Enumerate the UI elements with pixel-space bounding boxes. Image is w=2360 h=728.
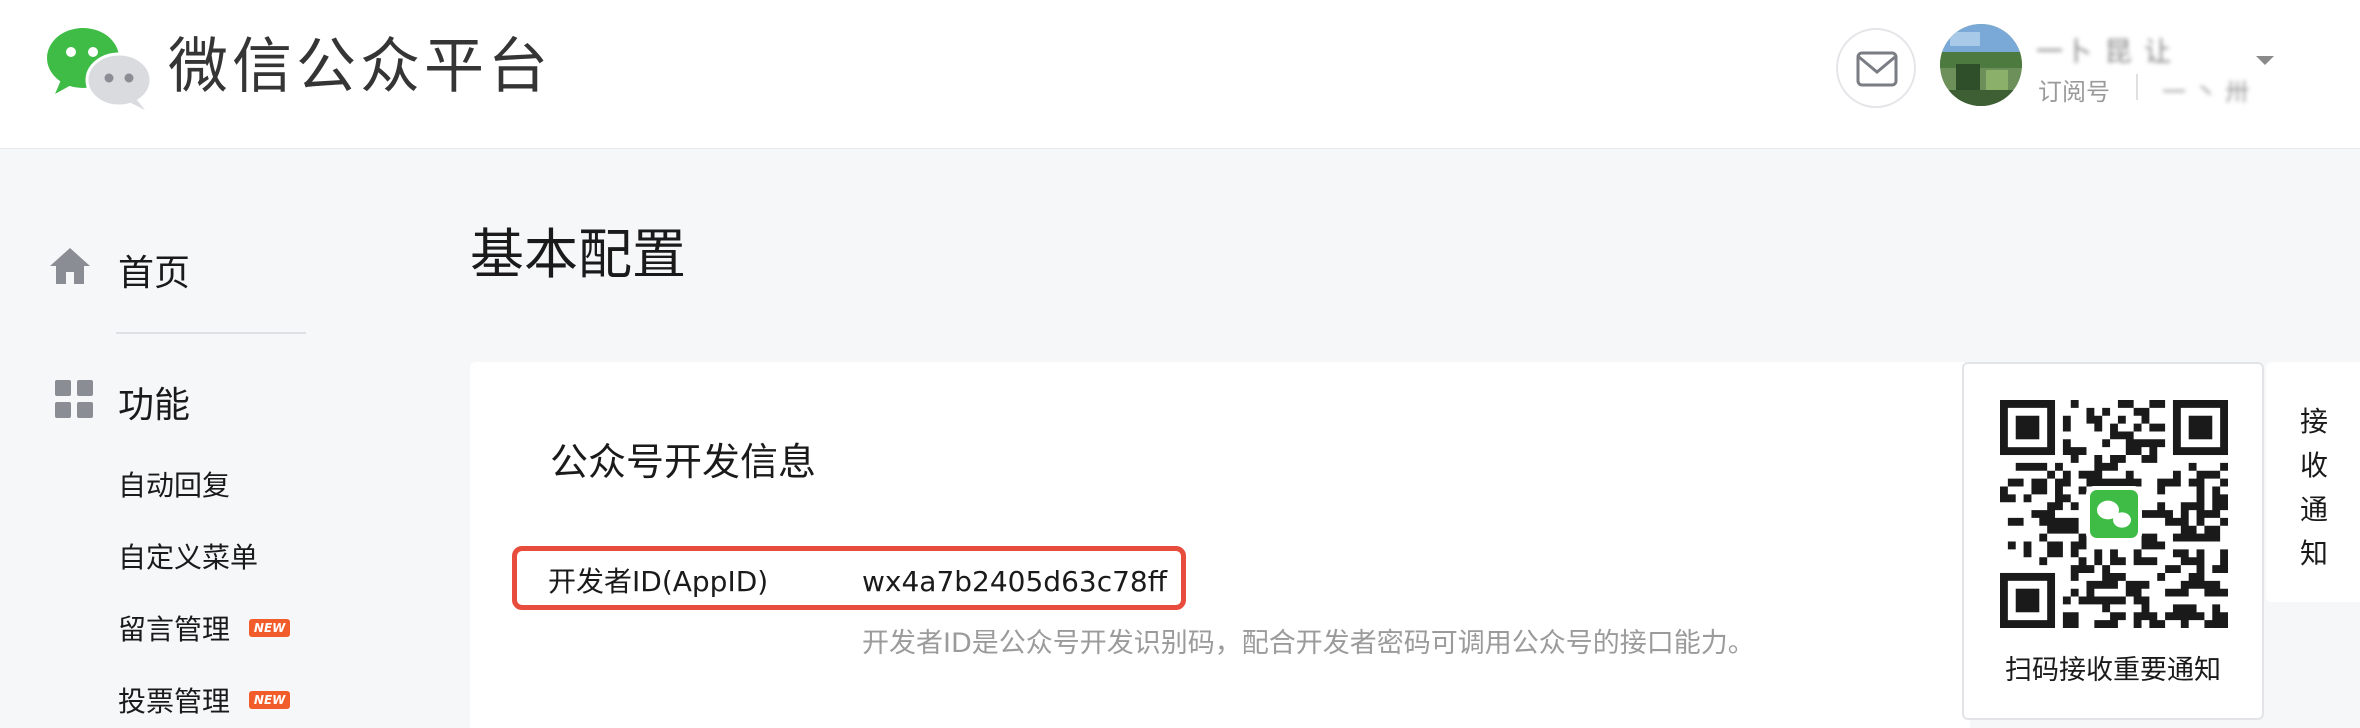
sidebar-item-label: 留言管理: [118, 613, 231, 646]
platform-title: 微信公众平台: [168, 32, 552, 102]
qr-caption: 扫码接收重要通知: [2005, 655, 2221, 686]
notify-tab[interactable]: 接收通知: [2266, 362, 2360, 602]
sidebar-section-label: 功能: [118, 385, 191, 426]
account-name[interactable]: 一卜 昆 让: [2036, 30, 2173, 69]
sidebar-item-vote-management[interactable]: 投票管理 NEW: [118, 680, 318, 724]
account-type: 订阅号: [2038, 78, 2110, 106]
sidebar-item-label: 自动回复: [118, 469, 231, 502]
sidebar-item-custom-menu[interactable]: 自定义菜单: [118, 536, 318, 580]
qr-notify-panel: 扫码接收重要通知: [1962, 362, 2264, 720]
qr-code: [1999, 399, 2228, 628]
caret-down-icon[interactable]: [2256, 56, 2274, 65]
dev-info-card: 公众号开发信息 开发者ID(AppID) wx4a7b2405d63c78ff …: [470, 362, 1970, 728]
sidebar-divider: [116, 332, 306, 334]
sidebar-item-comment-management[interactable]: 留言管理 NEW: [118, 608, 318, 652]
notify-tab-label: 接收通知: [2300, 405, 2329, 570]
mail-icon: [1856, 51, 1898, 87]
wechat-logo-icon[interactable]: [45, 24, 155, 110]
sidebar-item-auto-reply[interactable]: 自动回复: [118, 464, 318, 508]
account-id: 一 丶 卅: [2162, 78, 2250, 106]
home-icon: [50, 248, 90, 284]
grid-icon: [55, 380, 93, 418]
page-title: 基本配置: [470, 223, 686, 286]
account-divider: [2136, 74, 2138, 100]
sidebar-item-label: 投票管理: [118, 685, 231, 718]
sidebar-item-home-label: 首页: [118, 253, 191, 294]
sidebar-item-home[interactable]: 首页: [48, 240, 308, 296]
section-title: 公众号开发信息: [550, 440, 817, 484]
new-badge: NEW: [248, 619, 291, 637]
sidebar-section-features[interactable]: 功能: [48, 374, 308, 430]
appid-hint: 开发者ID是公众号开发识别码，配合开发者密码可调用公众号的接口能力。: [862, 628, 1755, 659]
sidebar-item-label: 自定义菜单: [118, 541, 259, 574]
mail-button[interactable]: [1836, 28, 1916, 108]
new-badge: NEW: [248, 691, 291, 709]
account-avatar[interactable]: [1940, 24, 2022, 106]
appid-label: 开发者ID(AppID): [548, 565, 769, 598]
appid-value[interactable]: wx4a7b2405d63c78ff: [862, 562, 1167, 602]
top-header: 微信公众平台 一卜 昆 让 订阅号 一 丶 卅: [0, 0, 2360, 149]
